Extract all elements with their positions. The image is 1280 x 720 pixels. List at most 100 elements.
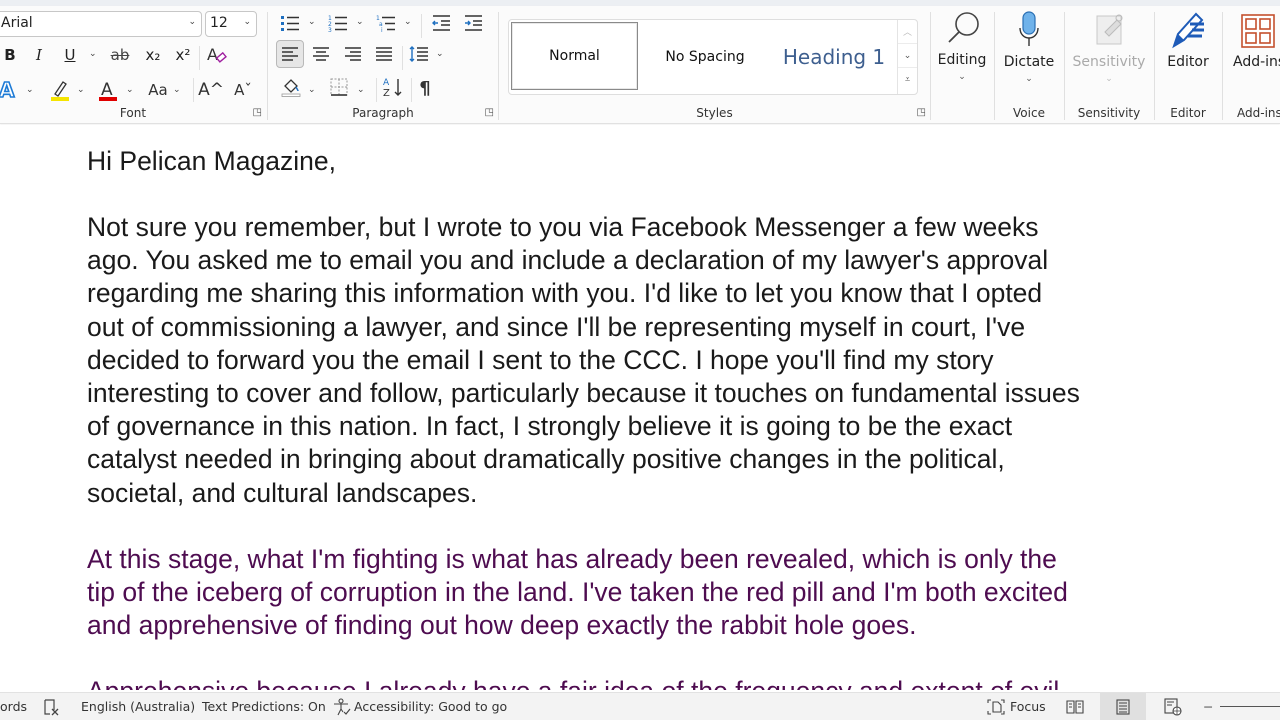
sort-az-icon: AZ <box>383 78 402 98</box>
style-normal[interactable]: Normal <box>511 22 638 90</box>
numbering-button[interactable]: 123 <box>326 12 350 34</box>
style-normal-label: Normal <box>549 48 600 64</box>
word-count[interactable]: ords <box>0 693 27 720</box>
text-line: interesting to cover and follow, particu… <box>87 378 1080 409</box>
chevron-down-icon[interactable]: ⌄ <box>357 85 365 95</box>
shading-button[interactable] <box>278 74 304 100</box>
borders-button[interactable] <box>326 74 352 100</box>
sort-button[interactable]: AZ <box>380 74 406 100</box>
style-no-spacing-label: No Spacing <box>665 49 745 65</box>
sensitivity-button[interactable]: Sensitivity ⌄ <box>1065 6 1153 98</box>
chevron-down-icon[interactable]: ⌄ <box>404 17 412 27</box>
font-size-combo[interactable]: 12 ⌄ <box>205 11 257 37</box>
focus-icon <box>987 698 1005 715</box>
clear-formatting-button[interactable]: A <box>205 44 229 66</box>
read-mode-icon <box>1066 699 1084 714</box>
italic-button[interactable]: I <box>29 44 49 66</box>
strikethrough-button[interactable]: ab <box>108 44 132 66</box>
styles-group-label: Styles <box>696 106 733 120</box>
accessibility-status[interactable]: Accessibility: Good to go <box>332 693 507 720</box>
addins-button-label: Add-ins <box>1233 54 1280 70</box>
gallery-scroll-down-icon[interactable]: ⌄ <box>898 44 917 68</box>
font-color-button[interactable]: A <box>96 77 120 103</box>
chevron-down-icon: ⌄ <box>958 72 966 82</box>
align-center-button[interactable] <box>308 41 334 67</box>
align-right-button[interactable] <box>340 41 366 67</box>
show-hide-button[interactable]: ¶ <box>414 76 436 100</box>
font-dialog-launcher-icon[interactable]: ◳ <box>253 107 262 118</box>
change-case-button[interactable]: Aa <box>146 79 170 101</box>
voice-group-label: Voice <box>1013 106 1045 120</box>
text-effects-icon: A <box>0 79 16 101</box>
shrink-font-button[interactable]: Aˇ <box>232 79 254 101</box>
style-no-spacing[interactable]: No Spacing <box>641 20 769 94</box>
font-name-combo[interactable]: Arial ⌄ <box>0 11 202 37</box>
style-heading-1-label: Heading 1 <box>782 45 886 69</box>
text-predictions-status[interactable]: Text Predictions: On <box>202 693 326 720</box>
gallery-scrollbar: ︿ ⌄ ⩡ <box>897 20 917 94</box>
text-line: societal, and cultural landscapes. <box>87 477 478 508</box>
superscript-button[interactable]: x² <box>172 44 194 66</box>
bullets-button[interactable] <box>278 12 302 34</box>
underline-dropdown-icon[interactable]: ⌄ <box>89 49 97 59</box>
line-spacing-button[interactable] <box>407 41 431 67</box>
text-effects-button[interactable]: A <box>0 77 18 103</box>
decrease-indent-icon <box>432 15 450 31</box>
chevron-down-icon[interactable]: ⌄ <box>173 85 181 95</box>
divider <box>193 78 194 102</box>
styles-dialog-launcher-icon[interactable]: ◳ <box>917 107 926 118</box>
chevron-down-icon: ⌄ <box>1105 74 1113 84</box>
chevron-down-icon[interactable]: ⌄ <box>77 85 85 95</box>
paragraph-dialog-launcher-icon[interactable]: ◳ <box>485 107 494 118</box>
justify-icon <box>376 47 392 61</box>
style-heading-1[interactable]: Heading 1 <box>771 20 897 94</box>
grow-font-button[interactable]: A^ <box>198 79 224 101</box>
text-line: decided to forward you the email I sent … <box>87 344 994 375</box>
text-line: of governance in this nation. In fact, I… <box>87 411 1013 442</box>
chevron-down-icon[interactable]: ⌄ <box>356 17 364 27</box>
gallery-expand-icon[interactable]: ⩡ <box>898 68 917 92</box>
chevron-down-icon[interactable]: ⌄ <box>126 85 134 95</box>
addins-button[interactable]: Add-ins <box>1223 6 1280 98</box>
chevron-down-icon[interactable]: ⌄ <box>308 85 316 95</box>
align-right-icon <box>345 47 361 61</box>
multilevel-list-button[interactable]: 1ai <box>374 12 398 34</box>
editing-button[interactable]: Editing ⌄ <box>932 6 992 98</box>
ribbon: Arial ⌄ 12 ⌄ B I U ⌄ ab x₂ x² A A ⌄ ⌄ A … <box>0 6 1280 124</box>
increase-indent-button[interactable] <box>460 12 486 34</box>
chevron-down-icon[interactable]: ⌄ <box>308 17 316 27</box>
underline-button[interactable]: U <box>60 44 80 66</box>
align-left-button[interactable] <box>276 40 304 68</box>
dictate-button[interactable]: Dictate ⌄ <box>995 6 1063 98</box>
microphone-icon <box>1019 11 1039 46</box>
bold-button[interactable]: B <box>0 44 20 66</box>
borders-icon <box>330 78 348 96</box>
paragraph-group: ⌄ 123 ⌄ 1ai ⌄ ⌄ ⌄ ⌄ A Z ¶ Paragraph ◳ <box>268 6 498 124</box>
zoom-slider[interactable] <box>1220 693 1280 720</box>
print-layout-button[interactable] <box>1100 693 1146 720</box>
editing-label: Editing <box>937 52 987 68</box>
editor-button[interactable]: Editor <box>1155 6 1221 98</box>
highlight-button[interactable] <box>48 77 72 103</box>
document-canvas[interactable]: Hi Pelican Magazine, Not sure you rememb… <box>0 125 1280 690</box>
divider <box>199 46 200 70</box>
gallery-scroll-up-icon[interactable]: ︿ <box>898 20 917 44</box>
focus-mode-button[interactable]: Focus <box>986 693 1046 720</box>
paint-bucket-icon <box>281 79 301 97</box>
chevron-down-icon[interactable]: ⌄ <box>436 49 444 59</box>
subscript-button[interactable]: x₂ <box>142 44 164 66</box>
highlighter-icon <box>51 81 69 101</box>
decrease-indent-button[interactable] <box>428 12 454 34</box>
proofing-status-button[interactable] <box>42 693 60 720</box>
editor-pen-icon <box>1172 12 1204 49</box>
chevron-down-icon: ⌄ <box>243 17 251 27</box>
svg-text:3: 3 <box>328 27 332 32</box>
minus-icon: − <box>1203 699 1214 714</box>
web-layout-button[interactable] <box>1164 693 1182 720</box>
addins-grid-icon <box>1241 14 1275 48</box>
language-status[interactable]: English (Australia) <box>81 693 195 720</box>
zoom-out-button[interactable]: − <box>1203 693 1213 720</box>
justify-button[interactable] <box>371 41 397 67</box>
read-mode-button[interactable] <box>1066 693 1084 720</box>
chevron-down-icon[interactable]: ⌄ <box>26 85 34 95</box>
